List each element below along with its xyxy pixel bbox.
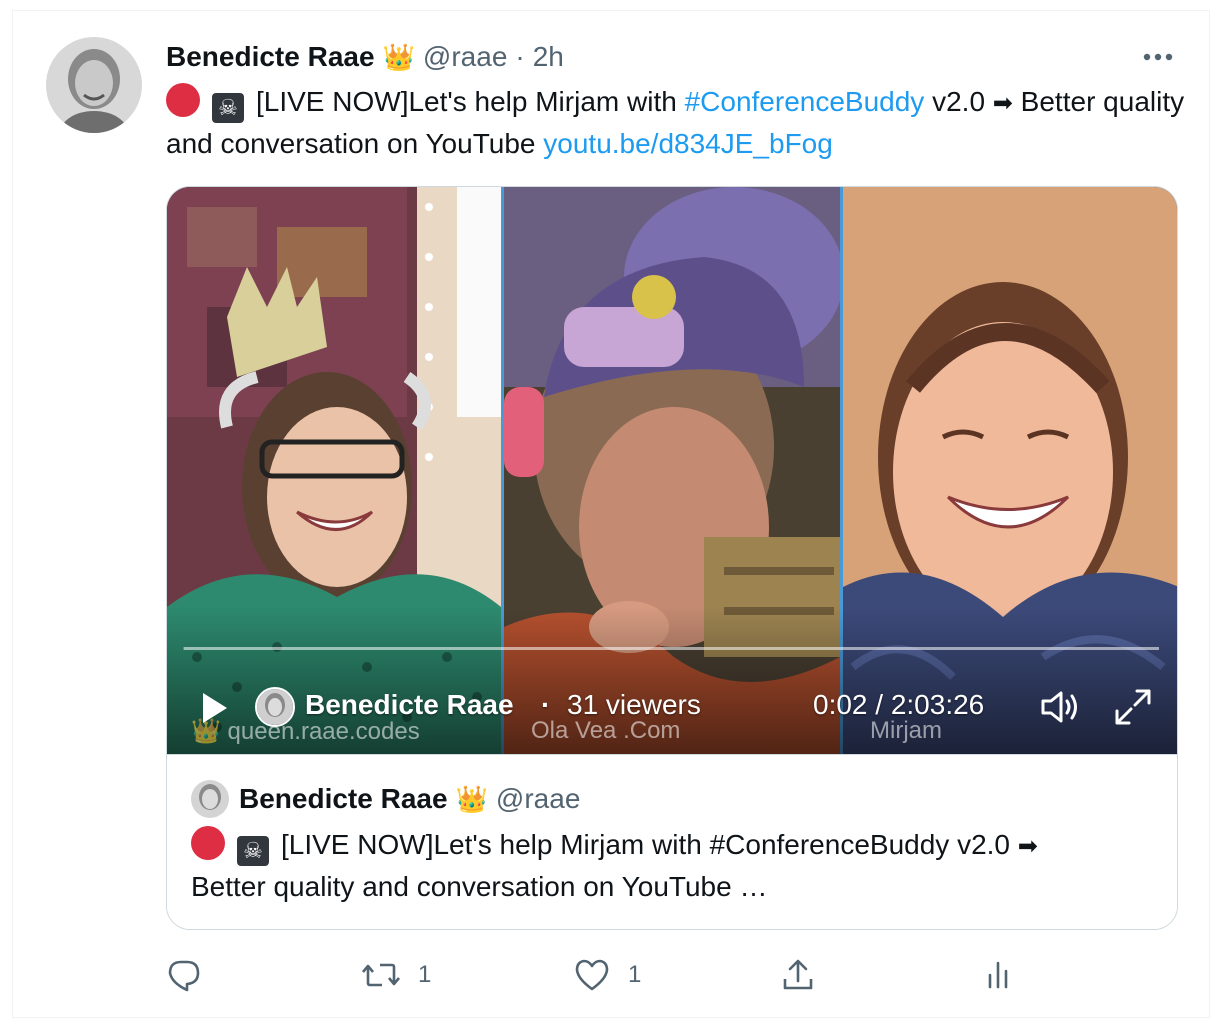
retweet-button[interactable]: 1 [362, 950, 431, 1000]
more-options-icon[interactable] [1138, 44, 1178, 70]
tweet-text-middle: v2.0 [924, 86, 993, 117]
quoted-handle: @raae [495, 783, 581, 814]
viewer-count: 31 viewers [567, 689, 701, 720]
author-avatar[interactable] [46, 37, 142, 133]
pirate-flag-icon: ☠ [237, 836, 269, 866]
heart-icon [574, 957, 610, 993]
like-button[interactable]: 1 [574, 950, 641, 1000]
author-name[interactable]: Benedicte Raae [166, 41, 375, 73]
header-separator: · [515, 41, 525, 72]
crown-emoji: 👑 [382, 41, 415, 72]
quoted-crown-emoji: 👑 [455, 783, 488, 814]
quoted-avatar [191, 780, 229, 818]
reply-icon [166, 957, 202, 993]
arrow-emoji: ➡ [992, 90, 1013, 117]
tweet-time[interactable]: 2h [533, 41, 564, 73]
tweet-text-prefix: [LIVE NOW]Let's help Mirjam with [256, 86, 685, 117]
streamer-name[interactable]: Benedicte Raae [305, 689, 514, 721]
quoted-author-name: Benedicte Raae [239, 783, 448, 814]
red-circle-icon [166, 83, 200, 117]
retweet-count: 1 [418, 961, 432, 988]
video-controls: Benedicte Raae · 31 viewers 0:02 / 2:03:… [167, 677, 1177, 737]
tweet-header: Benedicte Raae 👑 @raae · 2h [166, 40, 564, 74]
streamer-avatar[interactable] [255, 687, 295, 727]
quoted-text: ☠ [LIVE NOW]Let's help Mirjam with #Confe… [191, 825, 1151, 907]
action-bar: 1 1 [166, 950, 1178, 1000]
media-card[interactable]: 👑 queen.raae.codes Ola Vea .Com Mirjam B… [166, 186, 1178, 930]
streamer-separator: · [541, 689, 551, 720]
video-player[interactable]: 👑 queen.raae.codes Ola Vea .Com Mirjam B… [167, 187, 1177, 754]
author-handle[interactable]: @raae [423, 41, 507, 73]
quoted-tweet[interactable]: Benedicte Raae 👑 @raae ☠ [LIVE NOW]Let's … [167, 754, 1177, 929]
red-circle-icon [191, 826, 225, 860]
quoted-line1: [LIVE NOW]Let's help Mirjam with #Confer… [281, 829, 1010, 860]
arrow-emoji: ➡ [1017, 833, 1038, 860]
play-icon[interactable] [201, 691, 229, 730]
quoted-header: Benedicte Raae 👑 @raae [191, 780, 580, 818]
video-time: 0:02 / 2:03:26 [813, 689, 985, 720]
share-button[interactable] [780, 950, 816, 1000]
analytics-icon [980, 957, 1016, 993]
pirate-flag-icon: ☠ [212, 93, 244, 123]
reply-button[interactable] [166, 950, 220, 1000]
hashtag-link[interactable]: #ConferenceBuddy [685, 86, 925, 117]
analytics-button[interactable] [980, 950, 1016, 1000]
volume-icon[interactable] [1039, 689, 1081, 730]
share-icon [780, 957, 816, 993]
retweet-icon [362, 957, 400, 993]
tweet-text: ☠ [LIVE NOW]Let's help Mirjam with #Confe… [166, 82, 1186, 164]
progress-track[interactable] [183, 647, 1159, 650]
youtube-link[interactable]: youtu.be/d834JE_bFog [543, 128, 833, 159]
quoted-line2: Better quality and conversation on YouTu… [191, 871, 768, 902]
fullscreen-icon[interactable] [1113, 687, 1153, 732]
like-count: 1 [628, 961, 642, 988]
